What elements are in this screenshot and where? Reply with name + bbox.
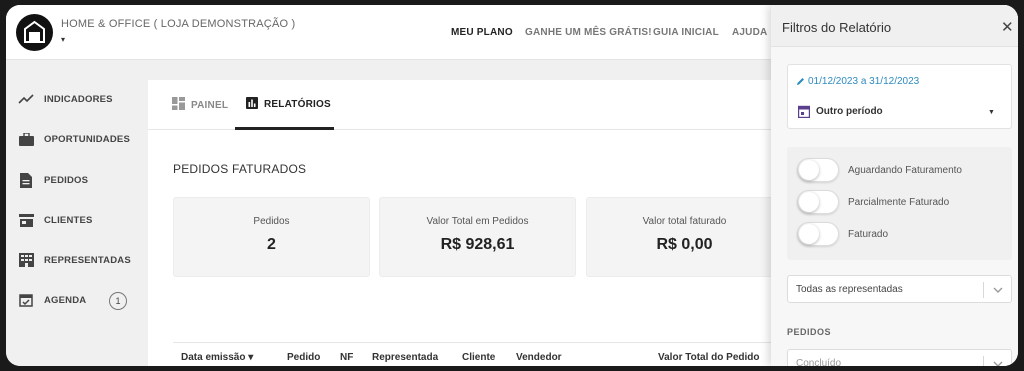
active-tab-indicator bbox=[235, 127, 334, 130]
toggle-row-aguardando: Aguardando Faturamento bbox=[797, 158, 962, 182]
store-icon bbox=[18, 212, 34, 228]
sidebar-item-label: INDICADORES bbox=[44, 93, 113, 105]
column-header-vendedor[interactable]: Vendedor bbox=[516, 352, 562, 363]
column-header-pedido[interactable]: Pedido bbox=[287, 352, 320, 363]
sidebar-item-label: PEDIDOS bbox=[44, 174, 89, 186]
building-icon bbox=[18, 252, 34, 268]
drawer-header: Filtros do Relatório ✕ bbox=[771, 5, 1018, 47]
chevron-down-icon[interactable] bbox=[992, 283, 1004, 301]
chevron-down-icon[interactable]: ▼ bbox=[988, 109, 995, 116]
tab-label: PAINEL bbox=[191, 99, 229, 111]
drawer-title: Filtros do Relatório bbox=[782, 20, 892, 35]
sidebar-item-clientes[interactable]: CLIENTES bbox=[18, 210, 93, 230]
close-icon[interactable]: ✕ bbox=[1001, 18, 1014, 36]
toggle-label: Parcialmente Faturado bbox=[848, 196, 950, 208]
sidebar-item-label: REPRESENTADAS bbox=[44, 254, 131, 266]
metric-value: R$ 928,61 bbox=[440, 236, 515, 253]
dashboard-icon bbox=[172, 97, 185, 113]
toggle-parcialmente-faturado[interactable] bbox=[797, 190, 839, 214]
store-logo[interactable] bbox=[16, 14, 53, 51]
briefcase-icon bbox=[18, 131, 34, 147]
trending-up-icon bbox=[18, 91, 34, 107]
toggle-aguardando-faturamento[interactable] bbox=[797, 158, 839, 182]
pedidos-select-value: Concluído bbox=[796, 358, 842, 366]
metric-value: 2 bbox=[267, 236, 276, 253]
date-filter-box: 01/12/2023 a 31/12/2023 Outro período ▼ bbox=[787, 64, 1012, 129]
tab-label: RELATÓRIOS bbox=[264, 99, 331, 110]
column-header-representada[interactable]: Representada bbox=[372, 352, 438, 363]
calendar-check-icon bbox=[18, 292, 34, 308]
metric-value: R$ 0,00 bbox=[656, 236, 713, 253]
nav-ajuda[interactable]: AJUDA bbox=[732, 27, 767, 38]
sidebar: INDICADORES OPORTUNIDADES PEDIDOS CLIENT… bbox=[6, 61, 146, 366]
column-header-valor-total[interactable]: Valor Total do Pedido bbox=[658, 352, 760, 363]
app-window: HOME & OFFICE ( LOJA DEMONSTRAÇÃO ) ▾ ME… bbox=[6, 5, 1018, 366]
pedidos-status-select[interactable]: Concluído bbox=[787, 349, 1012, 366]
toggle-row-parcial: Parcialmente Faturado bbox=[797, 190, 949, 214]
pedidos-section-label: PEDIDOS bbox=[787, 327, 832, 337]
column-header-cliente[interactable]: Cliente bbox=[462, 352, 495, 363]
nav-ganhe-mes[interactable]: GANHE UM MÊS GRÁTIS! bbox=[525, 27, 652, 38]
pencil-icon bbox=[797, 78, 804, 85]
sidebar-item-indicadores[interactable]: INDICADORES bbox=[18, 89, 113, 109]
sidebar-item-label: OPORTUNIDADES bbox=[44, 133, 130, 145]
tab-relatorios[interactable]: RELATÓRIOS bbox=[246, 97, 331, 112]
table-header: Data emissão ▾ Pedido NF Representada Cl… bbox=[173, 342, 793, 366]
sidebar-item-label: AGENDA bbox=[44, 294, 87, 306]
nav-guia-inicial[interactable]: GUIA INICIAL bbox=[653, 27, 719, 38]
sidebar-item-label: CLIENTES bbox=[44, 214, 93, 226]
section-title: PEDIDOS FATURADOS bbox=[173, 162, 307, 176]
calendar-icon bbox=[798, 105, 810, 118]
sidebar-item-representadas[interactable]: REPRESENTADAS bbox=[18, 250, 131, 270]
metric-label: Valor total faturado bbox=[642, 216, 727, 227]
sidebar-item-oportunidades[interactable]: OPORTUNIDADES bbox=[18, 129, 130, 149]
metric-card-pedidos: Pedidos 2 bbox=[173, 197, 370, 277]
main-content: PAINEL RELATÓRIOS PEDIDOS FATURADOS Pedi… bbox=[148, 80, 798, 366]
chevron-down-icon[interactable] bbox=[992, 357, 1004, 366]
bar-chart-icon bbox=[246, 97, 258, 112]
store-name[interactable]: HOME & OFFICE ( LOJA DEMONSTRAÇÃO ) bbox=[61, 18, 295, 30]
sidebar-item-pedidos[interactable]: PEDIDOS bbox=[18, 170, 88, 190]
toggle-label: Faturado bbox=[848, 228, 889, 240]
metric-label: Pedidos bbox=[253, 216, 290, 227]
representadas-select-value: Todas as representadas bbox=[796, 284, 903, 295]
metric-card-valor-total: Valor Total em Pedidos R$ 928,61 bbox=[379, 197, 576, 277]
agenda-count-badge: 1 bbox=[109, 292, 127, 310]
toggle-label: Aguardando Faturamento bbox=[848, 164, 962, 176]
report-tabs: PAINEL RELATÓRIOS bbox=[148, 80, 798, 130]
nav-meu-plano[interactable]: MEU PLANO bbox=[451, 27, 513, 38]
toggle-faturado[interactable] bbox=[797, 222, 839, 246]
sidebar-item-agenda[interactable]: AGENDA bbox=[18, 290, 86, 310]
period-select-value: Outro período bbox=[816, 106, 883, 117]
metric-card-valor-faturado: Valor total faturado R$ 0,00 bbox=[586, 197, 783, 277]
tab-painel[interactable]: PAINEL bbox=[172, 97, 228, 113]
date-range-text: 01/12/2023 a 31/12/2023 bbox=[808, 76, 920, 87]
date-range-link[interactable]: 01/12/2023 a 31/12/2023 bbox=[796, 76, 919, 87]
select-divider bbox=[983, 356, 984, 366]
column-header-data-emissao[interactable]: Data emissão ▾ bbox=[181, 352, 253, 363]
home-icon bbox=[24, 21, 45, 43]
document-icon bbox=[18, 172, 34, 188]
column-header-nf[interactable]: NF bbox=[340, 352, 353, 363]
period-select[interactable]: Outro período bbox=[798, 105, 883, 118]
select-divider bbox=[983, 282, 984, 298]
toggle-row-faturado: Faturado bbox=[797, 222, 888, 246]
metric-label: Valor Total em Pedidos bbox=[426, 216, 529, 227]
store-dropdown-icon[interactable]: ▾ bbox=[61, 35, 65, 44]
status-toggles: Aguardando Faturamento Parcialmente Fatu… bbox=[787, 147, 1012, 260]
filter-drawer: Filtros do Relatório ✕ 01/12/2023 a 31/1… bbox=[771, 5, 1018, 366]
representadas-select[interactable]: Todas as representadas bbox=[787, 275, 1012, 303]
